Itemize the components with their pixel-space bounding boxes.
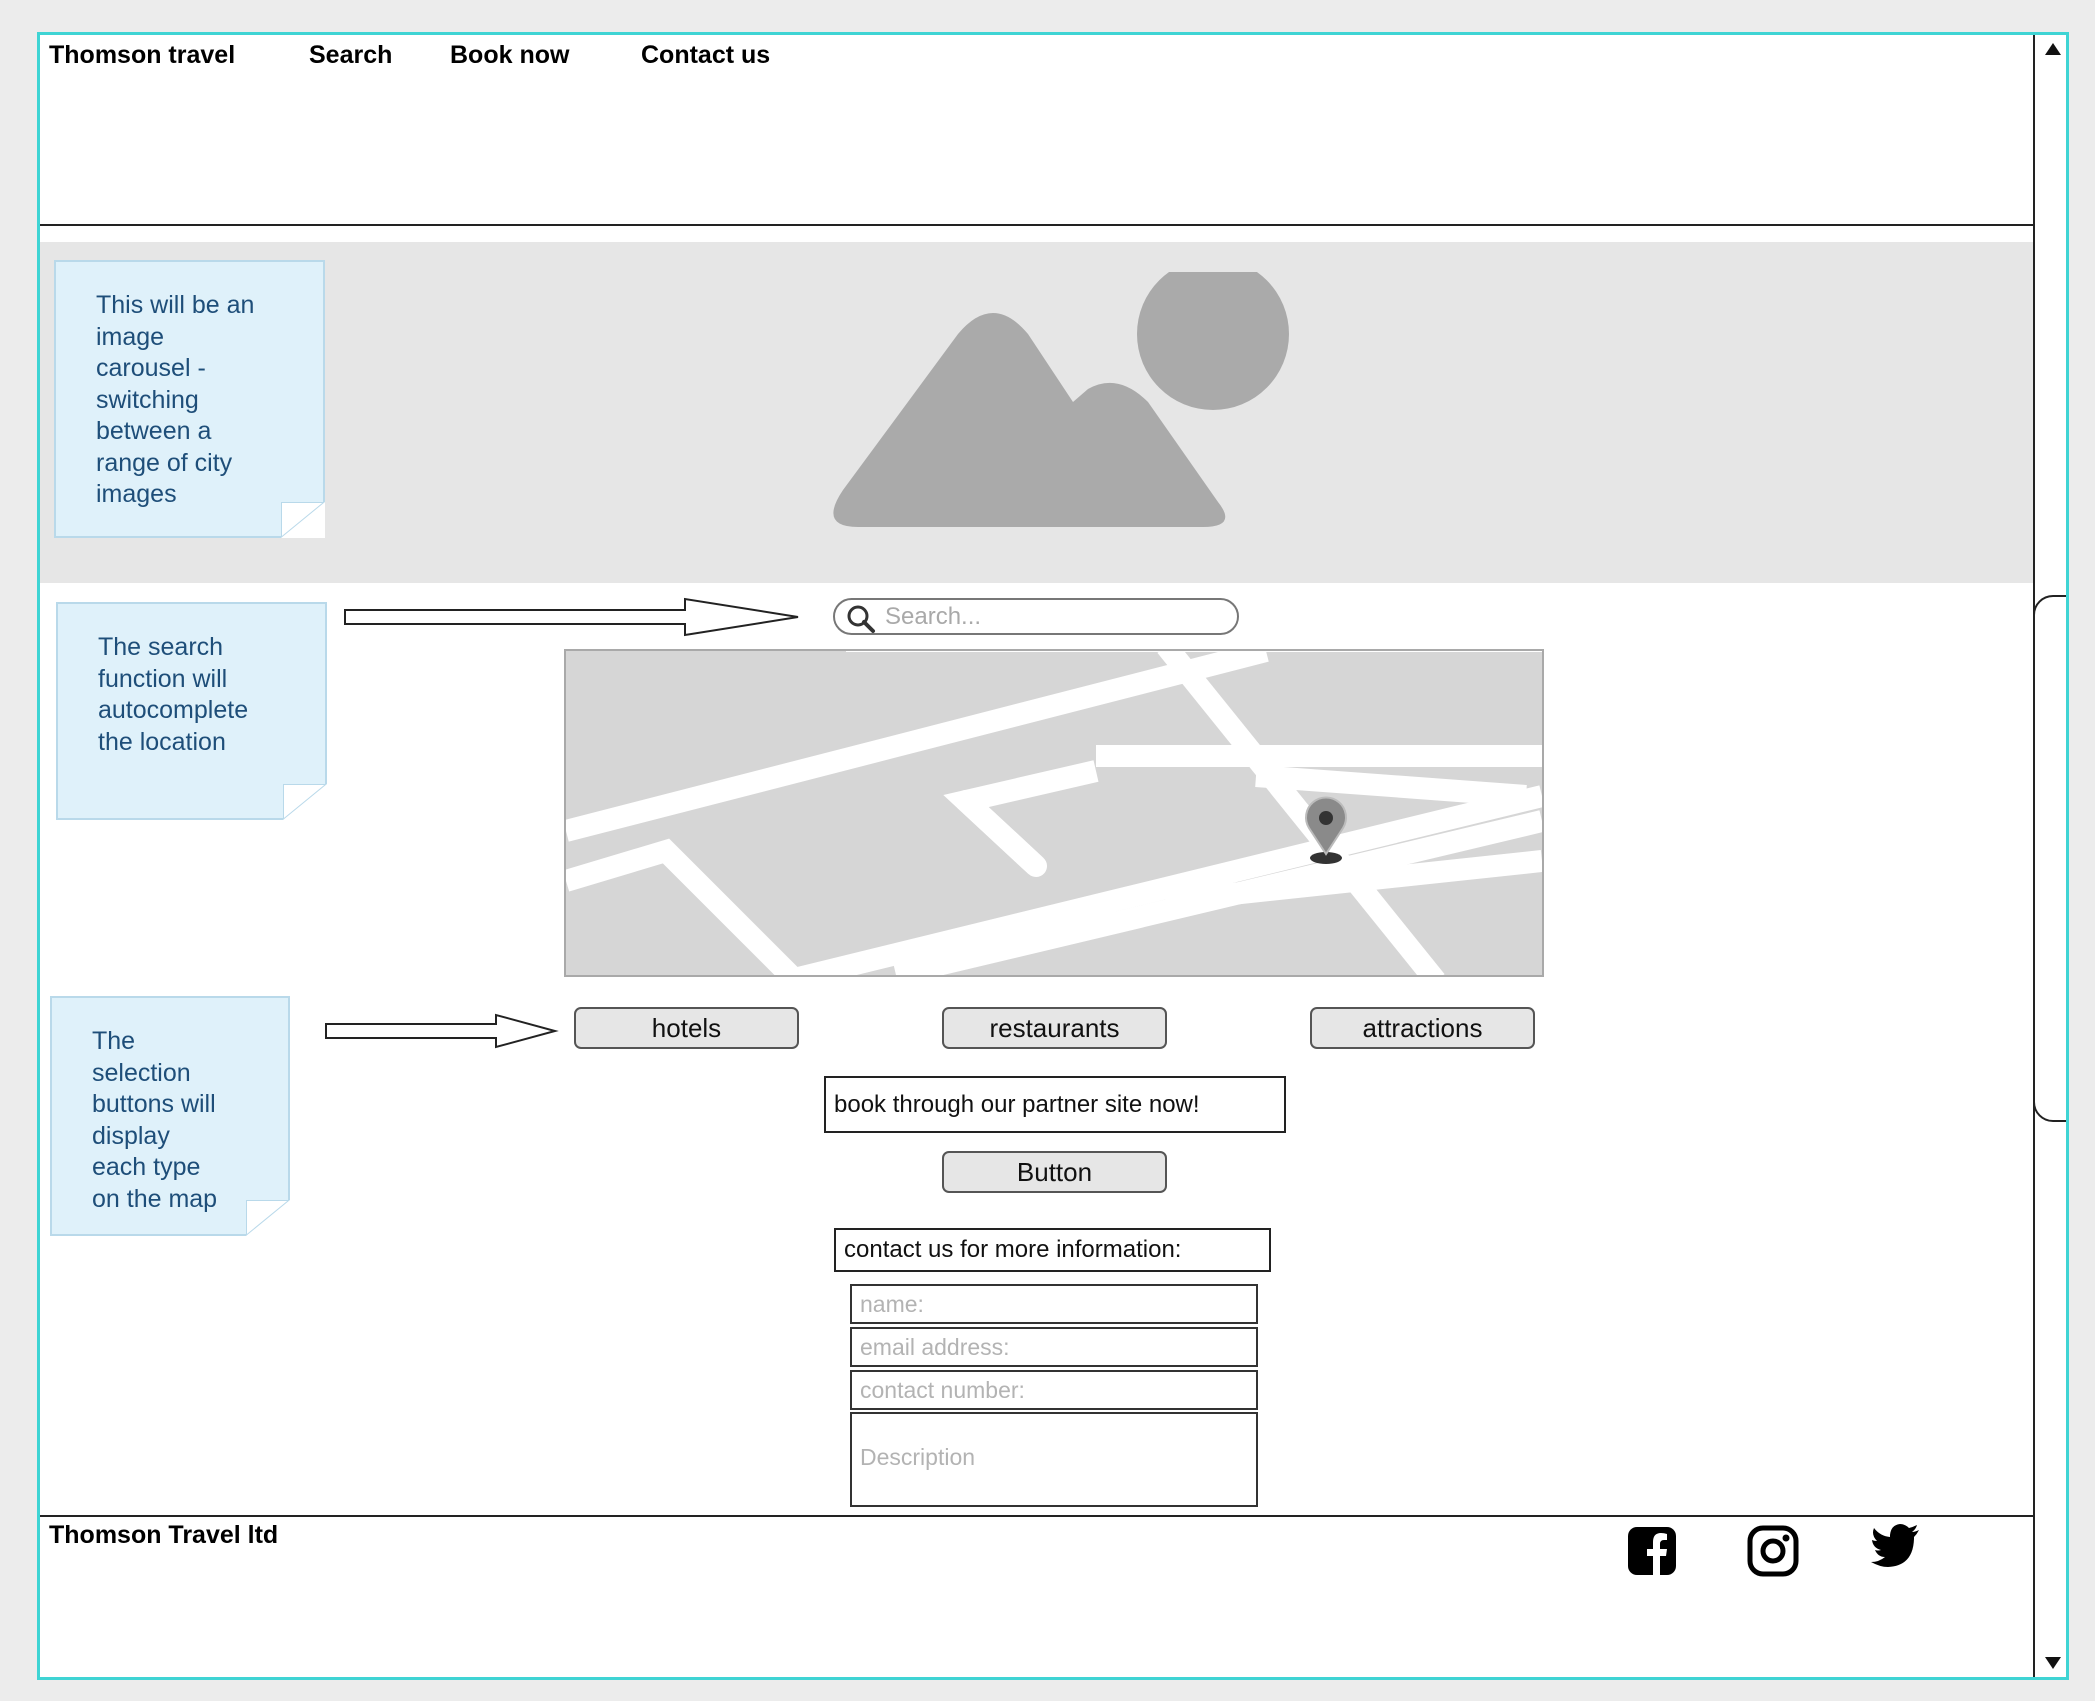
note-line: function will bbox=[98, 664, 228, 693]
scroll-down-arrow-icon[interactable] bbox=[2043, 1655, 2063, 1671]
annotation-note-selection: The selection buttons will display each … bbox=[50, 996, 290, 1236]
scroll-up-arrow-icon[interactable] bbox=[2043, 41, 2063, 57]
scrollbar-thumb[interactable] bbox=[2033, 595, 2066, 1122]
image-carousel[interactable] bbox=[40, 242, 2033, 583]
note-line: autocomplete bbox=[98, 696, 249, 724]
description-field[interactable] bbox=[850, 1412, 1258, 1507]
map-pin-icon[interactable] bbox=[1301, 796, 1351, 866]
annotation-note-carousel: This will be an image carousel - switchi… bbox=[54, 260, 325, 538]
name-field[interactable] bbox=[850, 1284, 1258, 1324]
instagram-icon[interactable] bbox=[1747, 1525, 1799, 1577]
annotation-note-search: The search function will autocomplete th… bbox=[56, 602, 327, 820]
attractions-button[interactable]: attractions bbox=[1310, 1007, 1535, 1049]
note-line: This will be an bbox=[96, 291, 255, 319]
image-placeholder-icon bbox=[833, 272, 1289, 527]
email-field[interactable] bbox=[850, 1327, 1258, 1367]
annotation-arrow-selection bbox=[325, 1013, 559, 1049]
contact-heading: contact us for more information: bbox=[834, 1228, 1271, 1272]
partner-button[interactable]: Button bbox=[942, 1151, 1167, 1193]
note-line: buttons will bbox=[92, 1090, 216, 1118]
nav-contact-us[interactable]: Contact us bbox=[641, 41, 770, 70]
annotation-arrow-search bbox=[344, 597, 799, 637]
note-line: the location bbox=[98, 727, 226, 756]
note-line: display bbox=[92, 1121, 170, 1150]
facebook-icon[interactable] bbox=[1626, 1525, 1678, 1577]
contact-number-field[interactable] bbox=[850, 1370, 1258, 1410]
note-line: switching bbox=[96, 385, 199, 414]
note-line: each type bbox=[92, 1153, 201, 1181]
search-box[interactable] bbox=[833, 598, 1239, 635]
note-line: The search bbox=[98, 633, 224, 661]
nav-book-now[interactable]: Book now bbox=[450, 41, 569, 70]
browser-frame: Thomson travel Search Book now Contact u… bbox=[37, 32, 2069, 1680]
map[interactable] bbox=[564, 649, 1544, 977]
page-fold-icon bbox=[246, 1200, 290, 1236]
hotels-button[interactable]: hotels bbox=[574, 1007, 799, 1049]
note-line: image bbox=[96, 322, 165, 351]
page-fold-icon bbox=[283, 784, 327, 820]
note-line: The bbox=[92, 1027, 136, 1055]
restaurants-button[interactable]: restaurants bbox=[942, 1007, 1167, 1049]
note-line: selection bbox=[92, 1058, 191, 1087]
footer-divider bbox=[40, 1515, 2033, 1517]
note-line: carousel - bbox=[96, 354, 206, 382]
brand-logo-text[interactable]: Thomson travel bbox=[49, 41, 235, 70]
note-line: between a bbox=[96, 417, 212, 445]
search-input[interactable] bbox=[885, 602, 1225, 631]
map-graphic bbox=[566, 651, 1542, 975]
page-fold-icon bbox=[281, 502, 325, 538]
header-divider bbox=[40, 224, 2033, 226]
nav-search[interactable]: Search bbox=[309, 41, 392, 70]
partner-text: book through our partner site now! bbox=[824, 1076, 1286, 1133]
twitter-icon[interactable] bbox=[1870, 1520, 1922, 1572]
search-icon bbox=[847, 605, 875, 633]
vertical-scrollbar[interactable] bbox=[2033, 35, 2066, 1677]
note-line: range of city bbox=[96, 448, 233, 477]
footer-company-name: Thomson Travel ltd bbox=[49, 1521, 279, 1549]
